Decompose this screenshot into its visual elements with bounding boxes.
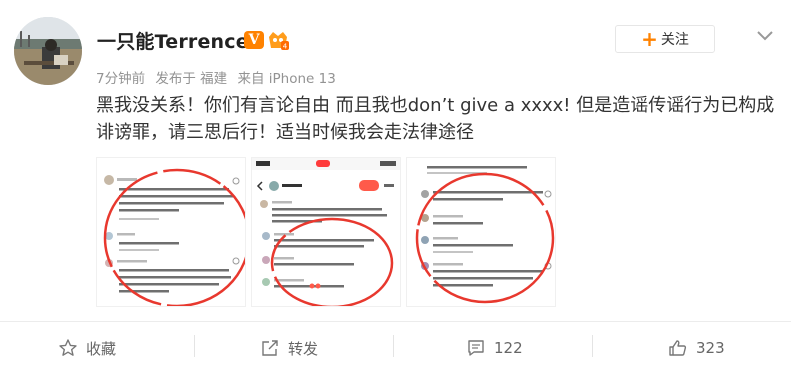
comment-count: 122	[494, 339, 523, 357]
comment-button[interactable]: 122	[466, 333, 523, 363]
verified-badge-icon: V	[244, 31, 264, 49]
post-content: 黑我没关系！你们有言论自由 而且我也don’t give a xxxx! 但是造…	[96, 95, 775, 143]
post-image-2[interactable]	[251, 157, 401, 307]
like-count: 323	[696, 339, 725, 357]
post-image-3[interactable]	[406, 157, 556, 307]
author-name[interactable]: 一只能Terrence	[97, 27, 249, 54]
star-icon	[59, 339, 77, 356]
chevron-down-icon[interactable]	[755, 28, 775, 42]
svg-text:4: 4	[283, 43, 288, 51]
thumbs-up-icon	[669, 340, 687, 356]
follow-label: 关注	[660, 32, 689, 48]
action-separator	[194, 335, 195, 357]
comment-icon	[468, 340, 484, 356]
follow-button[interactable]: + 关注	[615, 25, 715, 53]
author-avatar[interactable]	[14, 17, 82, 85]
repost-button[interactable]: 转发	[260, 333, 318, 363]
post-location: 发布于 福建	[155, 71, 228, 87]
post-meta: 7分钟前 发布于 福建 来自 iPhone 13	[96, 67, 342, 87]
favorite-label: 收藏	[86, 339, 117, 358]
post-image-1[interactable]	[96, 157, 246, 307]
plus-icon: +	[641, 27, 658, 51]
like-button[interactable]: 323	[668, 333, 725, 363]
favorite-button[interactable]: 收藏	[58, 333, 116, 363]
post-source: 来自 iPhone 13	[237, 71, 336, 87]
repost-label: 转发	[288, 339, 319, 358]
share-icon	[262, 340, 278, 356]
action-bar-divider	[0, 321, 791, 322]
action-separator	[393, 335, 394, 357]
post-time[interactable]: 7分钟前	[96, 71, 145, 87]
action-separator	[592, 335, 593, 357]
member-badge-icon: 4	[266, 29, 290, 51]
